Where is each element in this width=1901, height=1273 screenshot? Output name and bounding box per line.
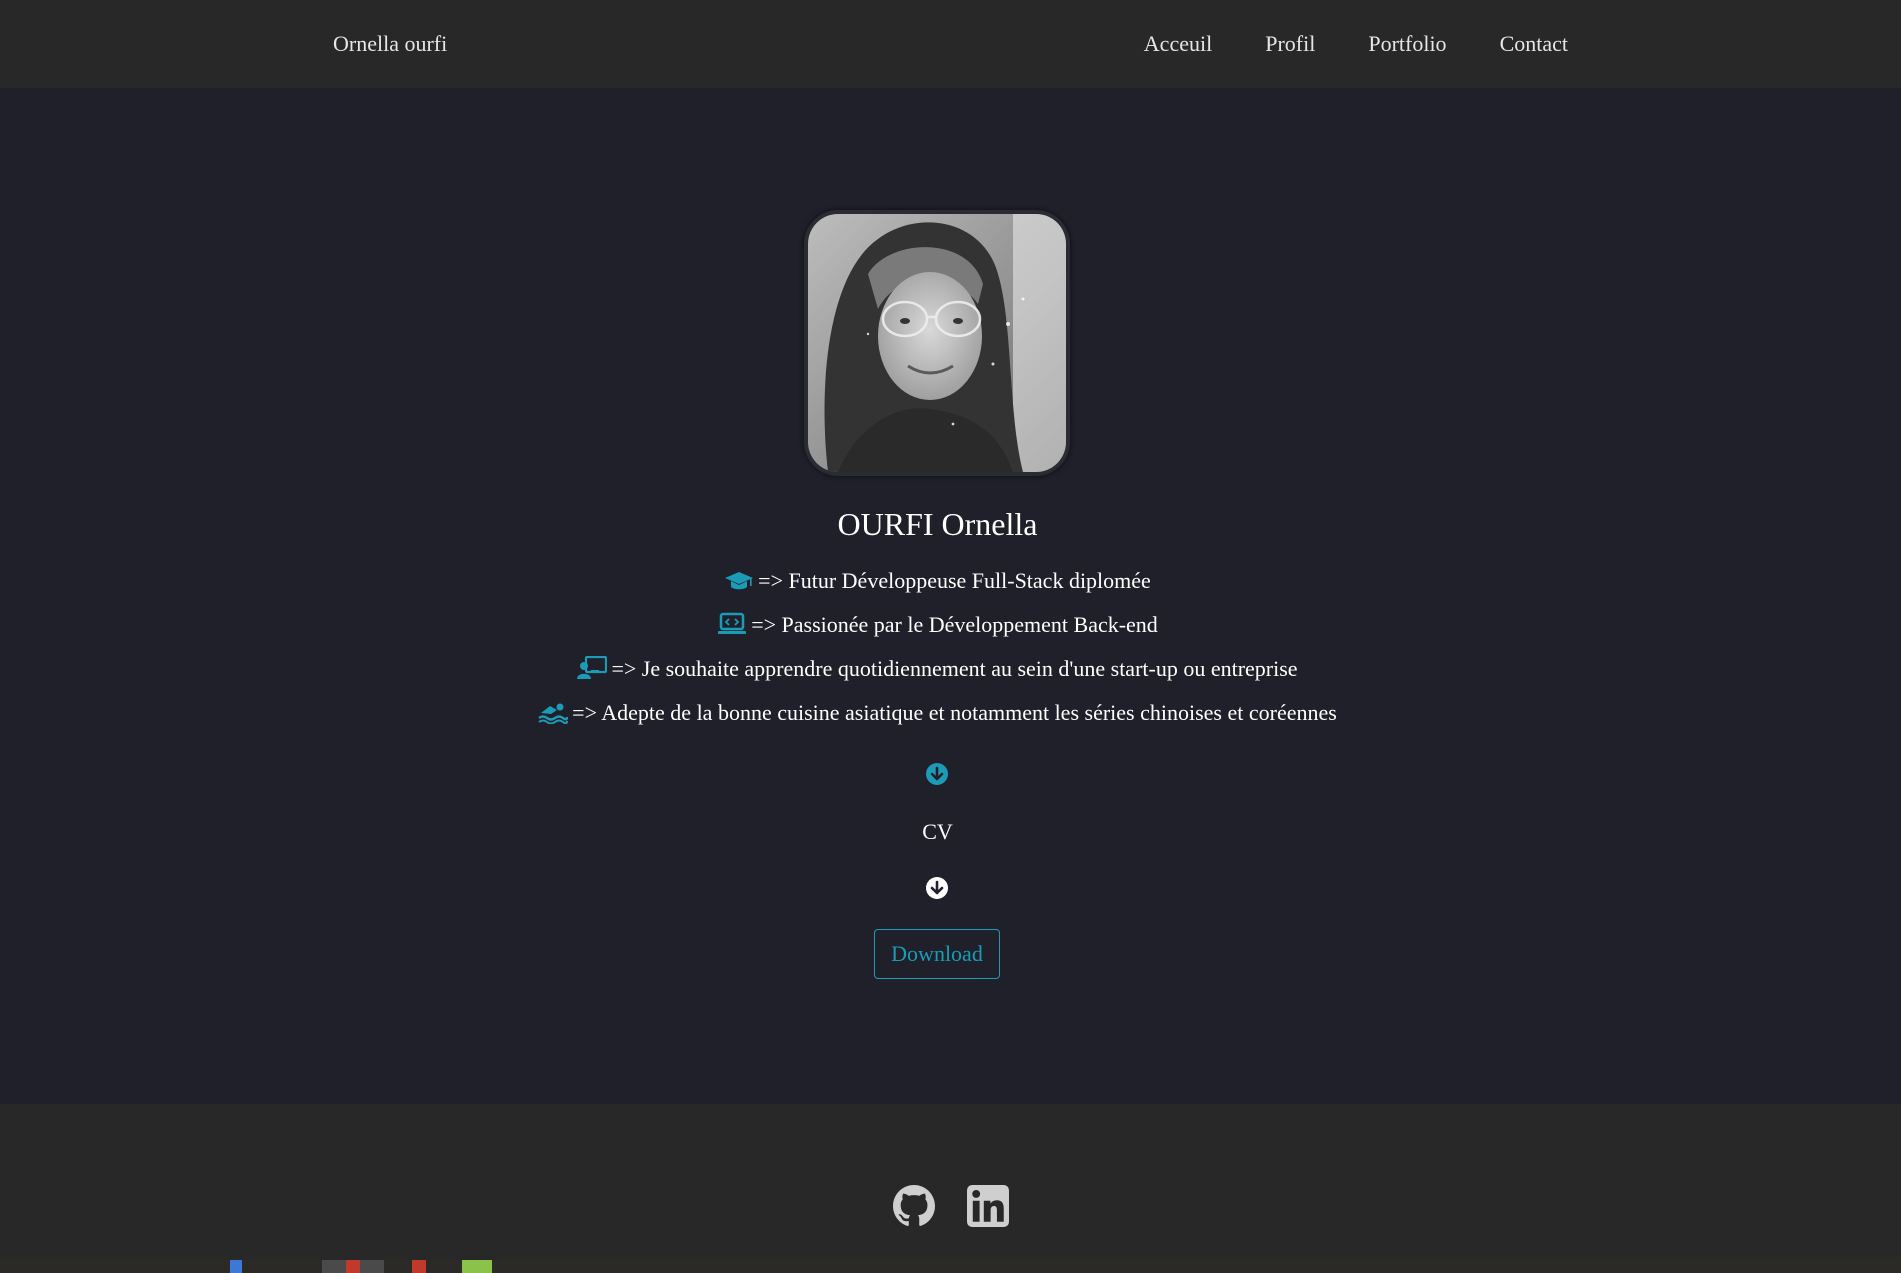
bullet-item: => Futur Développeuse Full-Stack diplomé… [0, 568, 1875, 598]
profile-section: OURFI Ornella => Futur Développeuse Full… [0, 88, 1901, 1104]
taskbar-app-icon[interactable] [346, 1260, 360, 1273]
navbar: Ornella ourfi Acceuil Profil Portfolio C… [0, 0, 1901, 88]
brand-link[interactable]: Ornella ourfi [333, 31, 447, 57]
portrait-image [808, 214, 1066, 472]
download-button[interactable]: Download [874, 929, 1000, 979]
nav-link-profil[interactable]: Profil [1265, 31, 1315, 57]
cv-label: CV [922, 819, 953, 844]
github-icon [893, 1185, 935, 1226]
nav-link-portfolio[interactable]: Portfolio [1368, 31, 1446, 57]
profile-name: OURFI Ornella [837, 506, 1038, 542]
footer [0, 1104, 1901, 1273]
arrow-down-circle-icon [925, 876, 949, 900]
nav-link-acceuil[interactable]: Acceuil [1144, 31, 1212, 57]
chalkboard-teacher-icon [577, 655, 608, 686]
bullet-text: => Je souhaite apprendre quotidiennement… [611, 656, 1298, 681]
avatar [808, 214, 1066, 472]
taskbar-app-icon[interactable] [462, 1260, 492, 1273]
laptop-code-icon [717, 612, 747, 642]
linkedin-icon [967, 1185, 1009, 1227]
taskbar [0, 1260, 1901, 1273]
bullet-item: => Je souhaite apprendre quotidiennement… [0, 655, 1875, 686]
swimmer-icon [538, 700, 569, 730]
taskbar-app-icon[interactable] [412, 1260, 426, 1273]
github-link[interactable] [893, 1185, 935, 1227]
nav-link-contact[interactable]: Contact [1500, 31, 1568, 57]
bullet-item: => Passionée par le Développement Back-e… [0, 612, 1875, 642]
bullet-text: => Futur Développeuse Full-Stack diplomé… [758, 568, 1151, 593]
bullet-text: => Adepte de la bonne cuisine asiatique … [572, 700, 1337, 725]
bullet-item: => Adepte de la bonne cuisine asiatique … [0, 700, 1875, 730]
graduation-cap-icon [724, 570, 754, 598]
arrow-down-circle-icon [925, 762, 949, 786]
avatar-frame [804, 210, 1070, 476]
linkedin-link[interactable] [967, 1185, 1009, 1227]
nav-links: Acceuil Profil Portfolio Contact [1144, 31, 1568, 57]
taskbar-app-icon[interactable] [230, 1260, 242, 1273]
bullet-text: => Passionée par le Développement Back-e… [751, 612, 1158, 637]
